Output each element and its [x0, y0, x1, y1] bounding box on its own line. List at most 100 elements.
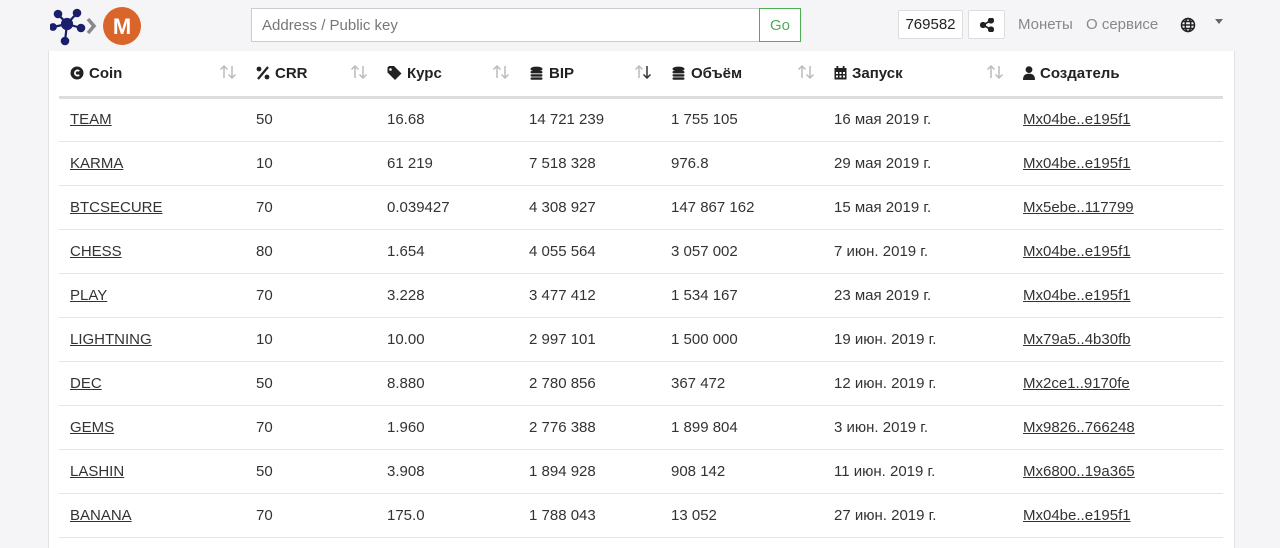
- creator-address-link[interactable]: Mx04be..e195f1: [1023, 155, 1131, 172]
- table-cell: Mx2ce1..9170fe: [1012, 361, 1223, 406]
- column-header-coin[interactable]: Coin: [59, 51, 245, 99]
- share-button[interactable]: [968, 10, 1005, 39]
- go-button[interactable]: Go: [759, 8, 801, 42]
- bip-value: 2 776 388: [529, 418, 596, 436]
- table-cell: 1 500 000: [660, 317, 823, 362]
- search-input[interactable]: [251, 8, 760, 42]
- coins-table: Coin CRR Курс BIP Объём Запуск Создатель…: [59, 51, 1223, 538]
- nav-link-about[interactable]: О сервисе: [1086, 16, 1158, 33]
- column-header-volume[interactable]: Объём: [660, 51, 823, 99]
- volume-value: 367 472: [671, 374, 726, 392]
- crr-value: 70: [256, 286, 273, 304]
- table-cell: 10: [245, 317, 376, 362]
- table-cell: 70: [245, 405, 376, 450]
- volume-value: 13 052: [671, 506, 717, 524]
- coins-stack-icon: [672, 66, 685, 80]
- rate-value: 3.228: [387, 286, 425, 304]
- nav-link-coins[interactable]: Монеты: [1018, 16, 1073, 33]
- user-icon: [1023, 65, 1035, 80]
- table-cell: 1 534 167: [660, 273, 823, 318]
- creator-address-link[interactable]: Mx04be..e195f1: [1023, 287, 1131, 304]
- crr-value: 10: [256, 154, 273, 172]
- launch-date: 27 июн. 2019 г.: [834, 506, 937, 524]
- rate-value: 10.00: [387, 330, 425, 348]
- rate-value: 1.960: [387, 418, 425, 436]
- table-cell: 11 июн. 2019 г.: [823, 449, 1012, 494]
- coin-link[interactable]: PLAY: [70, 287, 107, 304]
- creator-address-link[interactable]: Mx04be..e195f1: [1023, 243, 1131, 260]
- coin-link[interactable]: BANANA: [70, 507, 132, 524]
- launch-date: 16 мая 2019 г.: [834, 111, 932, 128]
- coin-link[interactable]: DEC: [70, 375, 102, 392]
- launch-date: 29 мая 2019 г.: [834, 154, 932, 172]
- sort-icon[interactable]: [986, 65, 1004, 79]
- rate-value: 3.908: [387, 462, 425, 480]
- sort-icon[interactable]: [350, 65, 368, 79]
- table-cell: 29 мая 2019 г.: [823, 141, 1012, 186]
- table-cell: TEAM: [59, 97, 245, 142]
- creator-address-link[interactable]: Mx2ce1..9170fe: [1023, 375, 1130, 392]
- creator-address-link[interactable]: Mx04be..e195f1: [1023, 507, 1131, 524]
- creator-address-link[interactable]: Mx5ebe..117799: [1023, 199, 1134, 216]
- column-header-crr[interactable]: CRR: [245, 51, 376, 99]
- coin-link[interactable]: GEMS: [70, 419, 114, 436]
- minter-logo[interactable]: M: [49, 6, 145, 46]
- launch-date: 11 июн. 2019 г.: [834, 462, 936, 480]
- table-row: TEAM 50 16.68 14 721 239 1 755 105 16 мая 201…: [59, 97, 1223, 142]
- table-cell: 70: [245, 185, 376, 230]
- table-cell: 908 142: [660, 449, 823, 494]
- sort-active-icon[interactable]: [634, 65, 652, 79]
- crr-value: 70: [256, 506, 273, 524]
- table-cell: 70: [245, 493, 376, 538]
- crr-value: 70: [256, 418, 273, 436]
- column-header-rate[interactable]: Курс: [376, 51, 518, 99]
- table-cell: 3 057 002: [660, 229, 823, 274]
- sort-icon[interactable]: [492, 65, 510, 79]
- coin-link[interactable]: LIGHTNING: [70, 331, 152, 348]
- share-icon: [979, 17, 994, 32]
- table-cell: CHESS: [59, 229, 245, 274]
- table-cell: GEMS: [59, 405, 245, 450]
- sort-icon[interactable]: [797, 65, 815, 79]
- block-number[interactable]: 769582: [898, 10, 963, 39]
- coin-link[interactable]: KARMA: [70, 155, 123, 172]
- table-cell: DEC: [59, 361, 245, 406]
- svg-text:M: M: [113, 14, 131, 39]
- table-cell: KARMA: [59, 141, 245, 186]
- table-cell: LIGHTNING: [59, 317, 245, 362]
- volume-value: 976.8: [671, 154, 709, 172]
- table-cell: 4 308 927: [518, 185, 660, 230]
- table-cell: 1 788 043: [518, 493, 660, 538]
- coin-link[interactable]: CHESS: [70, 243, 122, 260]
- bip-value: 1 894 928: [529, 462, 596, 480]
- table-cell: 1.654: [376, 229, 518, 274]
- volume-value: 1 755 105: [671, 111, 738, 128]
- creator-address-link[interactable]: Mx79a5..4b30fb: [1023, 331, 1131, 348]
- creator-address-link[interactable]: Mx9826..766248: [1023, 419, 1135, 436]
- launch-date: 7 июн. 2019 г.: [834, 242, 929, 260]
- bip-value: 7 518 328: [529, 154, 596, 172]
- network-icon: M: [49, 7, 141, 46]
- table-cell: LASHIN: [59, 449, 245, 494]
- table-cell: 61 219: [376, 141, 518, 186]
- navbar: M Go 769582 Монеты О сервисе: [0, 0, 1280, 51]
- table-cell: 1.960: [376, 405, 518, 450]
- coin-link[interactable]: BTCSECURE: [70, 199, 163, 216]
- coin-link[interactable]: TEAM: [70, 111, 112, 128]
- volume-value: 1 534 167: [671, 286, 738, 304]
- table-cell: 7 июн. 2019 г.: [823, 229, 1012, 274]
- table-row: GEMS 70 1.960 2 776 388 1 899 804 3 июн. 2019…: [59, 405, 1223, 450]
- coin-link[interactable]: LASHIN: [70, 463, 124, 480]
- creator-address-link[interactable]: Mx04be..e195f1: [1023, 111, 1131, 128]
- crr-value: 70: [256, 198, 273, 216]
- sort-icon[interactable]: [219, 65, 237, 79]
- creator-address-link[interactable]: Mx6800..19a365: [1023, 463, 1135, 480]
- language-dropdown[interactable]: [1180, 14, 1224, 36]
- bip-value: 3 477 412: [529, 286, 596, 304]
- column-header-launch[interactable]: Запуск: [823, 51, 1012, 99]
- table-cell: Mx9826..766248: [1012, 405, 1223, 450]
- column-header-bip[interactable]: BIP: [518, 51, 660, 99]
- crr-value: 10: [256, 330, 273, 348]
- table-cell: 16.68: [376, 97, 518, 142]
- table-cell: 19 июн. 2019 г.: [823, 317, 1012, 362]
